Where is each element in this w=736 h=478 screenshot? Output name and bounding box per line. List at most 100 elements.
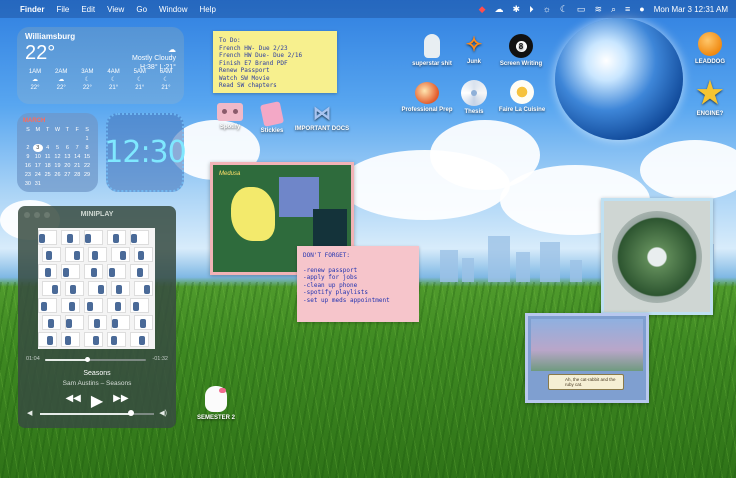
album-art-figure: [39, 234, 45, 243]
cd-disc-icon: [461, 80, 487, 106]
desktop-icon-stickies[interactable]: Stickies: [254, 101, 290, 134]
desktop-icon-junk[interactable]: ✧ Junk: [455, 34, 493, 65]
moon-icon: ☾: [84, 77, 91, 83]
moon-icon: ☾: [137, 77, 143, 83]
menu-view[interactable]: View: [107, 5, 124, 14]
note-line: French HW- Due 2/23: [219, 44, 288, 52]
album-art-figure: [139, 336, 145, 345]
apple-fruit-icon: [415, 82, 439, 104]
album-art-tile: [107, 298, 126, 313]
calendar-day: 1: [85, 136, 89, 142]
wifi-icon[interactable]: ≋: [594, 4, 602, 14]
weather-cloud-icon: ☁: [168, 45, 176, 54]
desktop-icon-semester-2[interactable]: SEMESTER 2: [194, 386, 238, 421]
album-art-figure: [45, 268, 51, 277]
calendar-day: 29: [84, 172, 91, 178]
miniplay-window[interactable]: MINIPLAY 01:04 -01:32 Seasons Sam Austin…: [18, 206, 176, 428]
album-art-tile: [107, 264, 126, 279]
moon-icon: ☾: [163, 77, 169, 83]
album-art-figure: [85, 234, 91, 243]
menu-window[interactable]: Window: [159, 5, 187, 14]
album-art-tile: [38, 298, 57, 313]
focus-moon-icon[interactable]: ☾: [560, 4, 568, 14]
dropbox-icon[interactable]: ◆: [479, 4, 486, 14]
calendar-day: 15: [84, 154, 91, 160]
note-line: -clean up phone: [303, 281, 358, 289]
desktop-icon-professional-prep[interactable]: Professional Prep: [398, 82, 456, 113]
game-screenshot-frame[interactable]: Ah, the cat-rabbit and the ruby cat.: [525, 313, 649, 403]
desktop-icon-spotify[interactable]: Spotify: [212, 103, 248, 130]
control-center-icon[interactable]: ≡: [625, 4, 630, 14]
siri-icon[interactable]: ●: [639, 4, 644, 14]
album-art-figure: [67, 234, 73, 243]
desktop-icon-thesis[interactable]: Thesis: [457, 80, 491, 115]
album-art-tile: [42, 315, 61, 330]
todo-sticky-note[interactable]: To Do: French HW- Due 2/23 French HW Due…: [213, 31, 337, 93]
weather-widget[interactable]: Williamsburg 22° ☁ Mostly Cloudy H:38° L…: [17, 27, 184, 104]
calendar-day: [62, 135, 72, 143]
album-art-figure: [47, 336, 53, 345]
album-art-figure: [133, 302, 139, 311]
album-art-figure: [137, 268, 143, 277]
egg-cup-icon: [510, 80, 534, 104]
cloud-sync-icon[interactable]: ☁: [495, 4, 504, 14]
note-line: -set up meds appointment: [303, 296, 390, 304]
search-icon[interactable]: ⌕: [611, 4, 616, 14]
album-art-figure: [116, 285, 122, 294]
weather-high-low: H:38° L:21°: [140, 64, 176, 71]
desktop-icon-engine[interactable]: ★ ENGINE?: [690, 79, 730, 118]
dont-forget-sticky-note[interactable]: DON'T FORGET: -renew passport -apply for…: [297, 246, 419, 322]
goldfish-icon: ✧: [465, 34, 483, 56]
calendar-day: 8: [85, 145, 89, 151]
album-art-tile: [84, 298, 103, 313]
progress-knob[interactable]: [85, 357, 91, 362]
album-art-tile: [84, 332, 103, 347]
calendar-day: 19: [54, 163, 61, 169]
earth-globe-decoration: [555, 18, 683, 140]
cd-artwork-disc: [612, 211, 702, 303]
elapsed-time: 01:04: [26, 356, 40, 362]
clock-widget[interactable]: 12:30: [104, 113, 187, 192]
moon-icon: ☾: [110, 77, 117, 83]
desktop-icon-superstar[interactable]: superstar shit: [409, 34, 455, 67]
album-art-tile: [88, 281, 107, 296]
desktop-icon-important-docs[interactable]: ⋈ IMPORTANT DOCS: [292, 103, 352, 132]
note-title: DON'T FORGET:: [303, 252, 350, 259]
play-button[interactable]: ▶: [91, 391, 103, 411]
menubar-datetime[interactable]: Mon Mar 3 12:31 AM: [654, 5, 728, 14]
calendar-widget[interactable]: MARCH S M T W T F S 1 2 3 4 5 6 7 8 9 10 11 12 13 14 15 16 17 18…: [17, 113, 98, 192]
volume-slider[interactable]: [40, 410, 154, 416]
bluetooth-icon[interactable]: ✱: [513, 4, 521, 14]
progress-fill: [45, 359, 88, 361]
game-scene: [531, 319, 643, 371]
menu-edit[interactable]: Edit: [81, 5, 95, 14]
artist-album: Sam Austins – Seasons: [62, 380, 132, 387]
album-art-tile: [42, 281, 61, 296]
calendar-day: 24: [34, 172, 41, 178]
cd-artwork-frame[interactable]: [601, 198, 713, 315]
playback-progress-bar[interactable]: [45, 357, 146, 362]
orange-fruit-icon: [698, 32, 722, 56]
volume-knob[interactable]: [128, 410, 135, 416]
calendar-day: 22: [84, 163, 91, 169]
battery-icon[interactable]: ▭: [577, 4, 586, 14]
cloud-icon: ☁: [58, 77, 65, 83]
menu-finder[interactable]: Finder: [20, 5, 44, 14]
brightness-icon[interactable]: ☼: [543, 4, 551, 14]
calendar-day: 28: [74, 172, 81, 178]
desktop-icon-screen-writing[interactable]: 8 Screen Writing: [494, 34, 548, 67]
play-circle-icon[interactable]: ⏵: [529, 4, 534, 14]
next-track-button[interactable]: ▶▶: [113, 391, 128, 411]
calendar-day: 27: [64, 172, 71, 178]
calendar-day: 11: [44, 154, 51, 160]
note-line: French HW Due- Due 2/16: [219, 52, 303, 59]
album-art-tile: [42, 247, 61, 262]
calendar-day: 12: [54, 154, 61, 160]
desktop-icon-leaddog[interactable]: LEADDOG: [690, 32, 730, 65]
previous-track-button[interactable]: ◀◀: [65, 391, 80, 411]
menu-file[interactable]: File: [56, 5, 69, 14]
album-art-tile: [130, 230, 149, 245]
desktop-icon-faire-la-cuisine[interactable]: Faire La Cuisine: [494, 80, 550, 113]
menu-go[interactable]: Go: [136, 5, 147, 14]
menu-help[interactable]: Help: [199, 5, 215, 14]
